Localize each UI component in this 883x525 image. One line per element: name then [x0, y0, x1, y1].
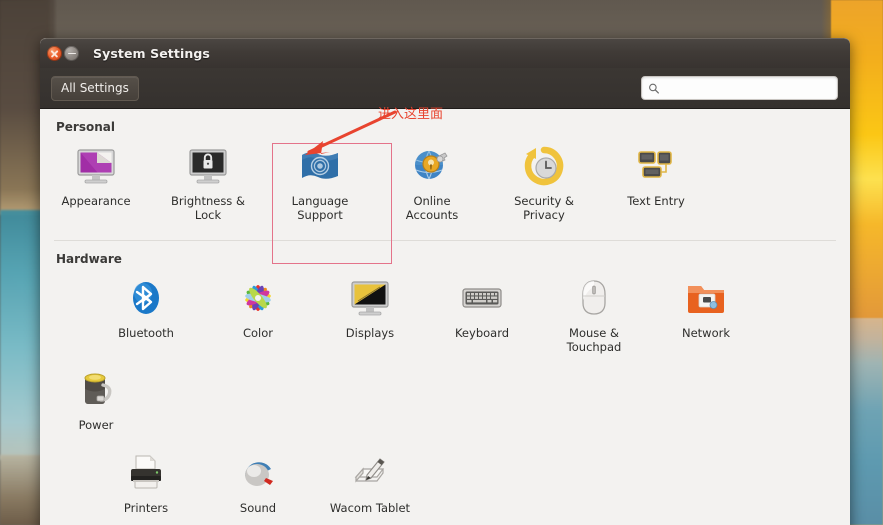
item-label: Text Entry [627, 194, 685, 208]
all-settings-label: All Settings [61, 81, 129, 95]
settings-item-printers[interactable]: Printers [90, 447, 202, 525]
section-personal: Personal Appearance Brightness & Lock La… [40, 109, 850, 264]
settings-item-online-accounts[interactable]: Online Accounts [376, 140, 488, 232]
item-label: Brightness & Lock [171, 194, 245, 222]
appearance-icon [72, 142, 120, 190]
text-entry-icon [632, 142, 680, 190]
search-box[interactable] [641, 76, 838, 100]
section-title-hardware: Hardware [56, 252, 122, 266]
annotation-label: 进入这里面 [378, 107, 444, 122]
item-label: Displays [345, 326, 395, 340]
item-label: Color [242, 326, 274, 340]
item-label: Appearance [61, 194, 131, 208]
settings-item-keyboard[interactable]: Keyboard [426, 272, 538, 364]
settings-item-brightness-lock[interactable]: Brightness & Lock [152, 140, 264, 232]
item-label: Mouse & Touchpad [566, 326, 622, 354]
item-label: Bluetooth [118, 326, 174, 340]
search-icon [649, 83, 659, 94]
bluetooth-icon [122, 274, 170, 322]
item-label: Online Accounts [405, 194, 459, 222]
item-label: Security & Privacy [514, 194, 574, 222]
settings-item-color[interactable]: Color [202, 272, 314, 364]
item-label: Keyboard [454, 326, 510, 340]
online-accounts-icon [408, 142, 456, 190]
sound-icon [234, 449, 282, 497]
item-label: Network [681, 326, 731, 340]
window-title: System Settings [93, 46, 210, 61]
settings-item-language-support[interactable]: Language Support [264, 140, 376, 232]
settings-item-appearance[interactable]: Appearance [40, 140, 152, 232]
settings-item-mouse-touchpad[interactable]: Mouse & Touchpad [538, 272, 650, 364]
settings-item-wacom-tablet[interactable]: Wacom Tablet [314, 447, 426, 525]
settings-item-power[interactable]: Power [40, 364, 152, 443]
settings-item-text-entry[interactable]: Text Entry [600, 140, 712, 232]
mouse-touchpad-icon [570, 274, 618, 322]
section-hardware: Hardware Bluetooth Color Displays Keyboa… [40, 241, 850, 525]
brightness-lock-icon [184, 142, 232, 190]
language-support-icon [296, 142, 344, 190]
security-privacy-icon [520, 142, 568, 190]
item-label: Sound [239, 500, 277, 515]
item-label: Wacom Tablet [329, 500, 411, 515]
window-titlebar[interactable]: System Settings [40, 38, 850, 68]
close-icon[interactable] [47, 46, 62, 61]
hardware-grid-row2: Printers Sound Wacom Tablet [40, 447, 850, 525]
desktop-background: System Settings All Settings Personal Ap… [0, 0, 883, 525]
personal-grid: Appearance Brightness & Lock Language Su… [40, 140, 850, 264]
wacom-tablet-icon [346, 449, 394, 497]
toolbar: All Settings [40, 68, 850, 109]
section-title-personal: Personal [56, 120, 115, 134]
color-icon [234, 274, 282, 322]
search-input[interactable] [664, 81, 831, 95]
minimize-icon[interactable] [64, 46, 79, 61]
settings-item-security-privacy[interactable]: Security & Privacy [488, 140, 600, 232]
item-label: Language Support [291, 194, 349, 222]
keyboard-icon [458, 274, 506, 322]
all-settings-button[interactable]: All Settings [51, 75, 139, 101]
displays-icon [346, 274, 394, 322]
settings-content: Personal Appearance Brightness & Lock La… [40, 109, 850, 525]
power-icon [72, 366, 120, 414]
printers-icon [122, 449, 170, 497]
hardware-grid-row1: Bluetooth Color Displays Keyboard Mouse … [40, 272, 850, 447]
settings-item-sound[interactable]: Sound [202, 447, 314, 525]
network-icon [682, 274, 730, 322]
settings-item-displays[interactable]: Displays [314, 272, 426, 364]
settings-item-bluetooth[interactable]: Bluetooth [90, 272, 202, 364]
settings-item-network[interactable]: Network [650, 272, 762, 364]
item-label: Power [78, 418, 114, 432]
item-label: Printers [123, 500, 169, 515]
system-settings-window: System Settings All Settings Personal Ap… [40, 38, 850, 525]
